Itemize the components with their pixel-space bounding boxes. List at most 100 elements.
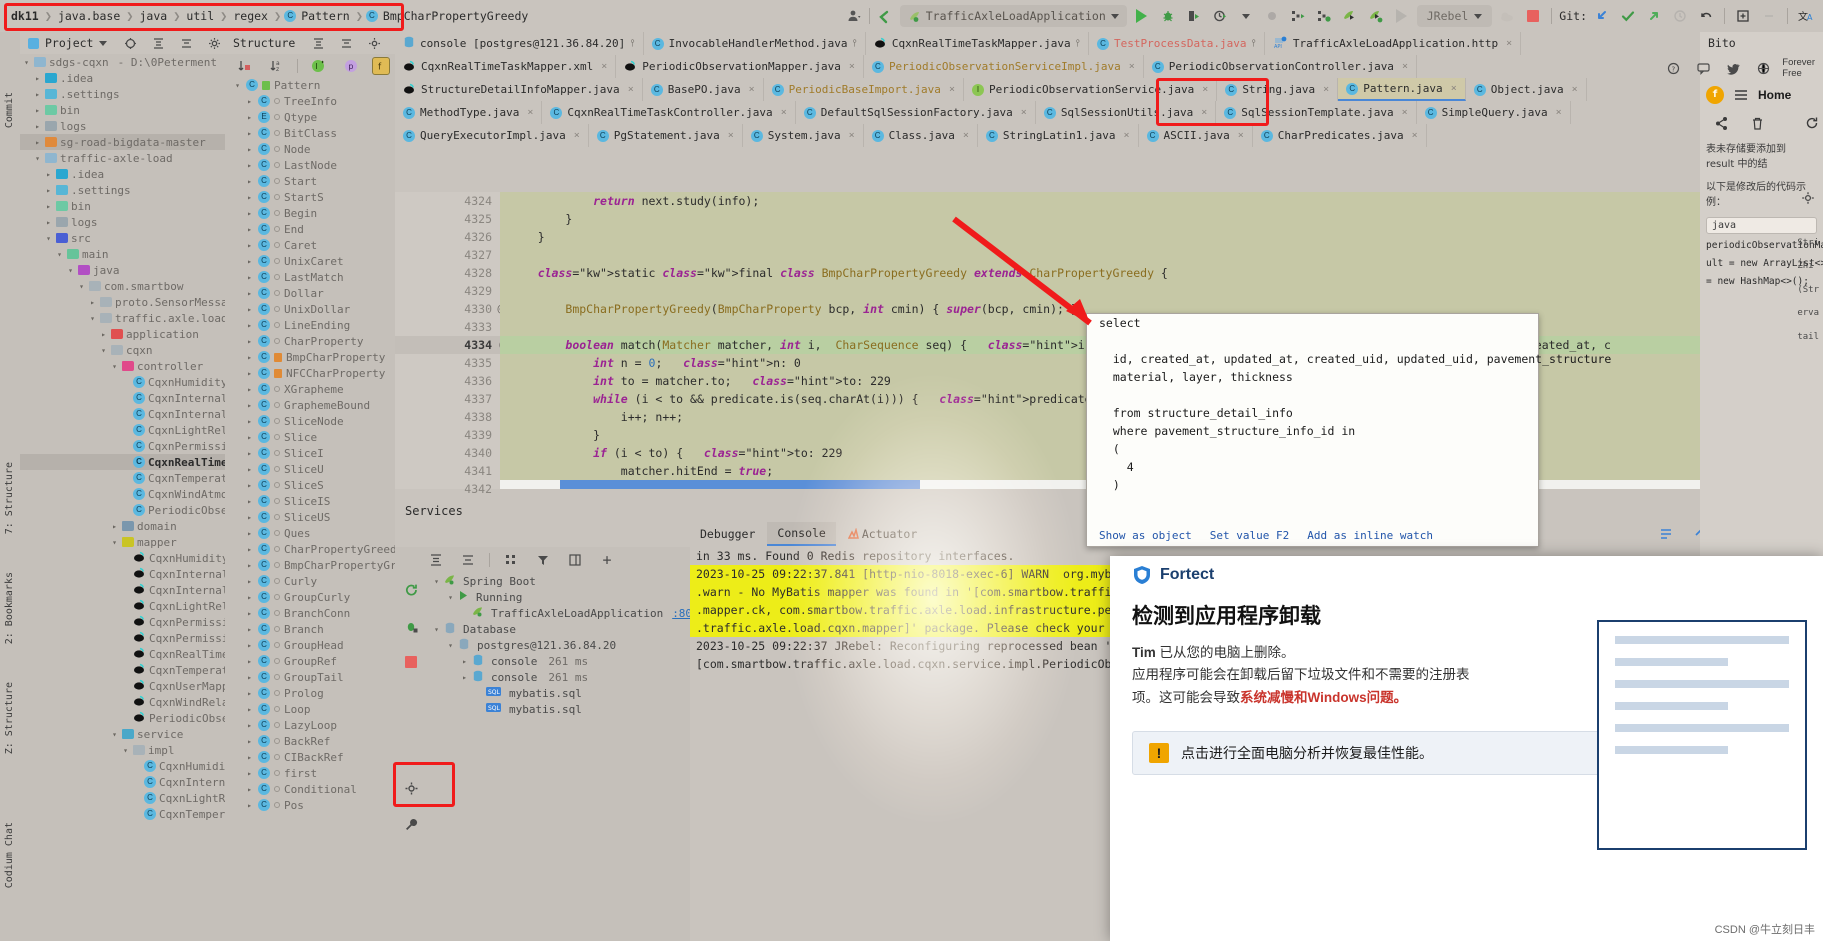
editor-tab[interactable]: C String.java ×	[1217, 78, 1339, 101]
close-icon[interactable]: ×	[849, 130, 855, 141]
chevron-right-icon[interactable]: ▸	[245, 209, 254, 218]
pin-icon[interactable]: ⫯	[630, 38, 634, 49]
tree-node[interactable]: CqxnUserMapper	[20, 678, 225, 694]
chevron-right-icon[interactable]: ▸	[245, 241, 254, 250]
chevron-right-icon[interactable]: ▸	[245, 673, 254, 682]
gear-icon[interactable]	[400, 777, 422, 799]
structure-node[interactable]: ▸ C Loop	[225, 701, 395, 717]
structure-node[interactable]: ▸ C LastMatch	[225, 269, 395, 285]
chevron-right-icon[interactable]: ▸	[245, 161, 254, 170]
tree-node[interactable]: CCqxnInternalTe	[20, 406, 225, 422]
structure-node[interactable]: ▸ C SliceNode	[225, 413, 395, 429]
tree-node[interactable]: ▾ traffic-axle-load	[20, 150, 225, 166]
editor-tab[interactable]: C InvocableHandlerMethod.java ⫯	[643, 32, 866, 55]
structure-node[interactable]: ▸ C CIBackRef	[225, 749, 395, 765]
editor-tab[interactable]: CqxnRealTimeTaskMapper.xml ×	[395, 55, 617, 78]
expand-all-icon[interactable]	[425, 549, 447, 571]
code-line[interactable]: class="kw">static class="kw">final class…	[500, 264, 1823, 282]
editor-tab[interactable]: C SimpleQuery.java ×	[1416, 101, 1571, 124]
structure-node[interactable]: ▸ C Start	[225, 173, 395, 189]
undo-icon[interactable]	[1695, 5, 1717, 27]
translate-icon[interactable]: 文A	[1795, 5, 1817, 27]
chevron-right-icon[interactable]: ▸	[245, 545, 254, 554]
structure-node[interactable]: ▸ Cfirst	[225, 765, 395, 781]
editor-tab[interactable]: C CqxnRealTimeTaskController.java ×	[542, 101, 796, 124]
chevron-right-icon[interactable]: ▸	[245, 113, 254, 122]
expand-all-icon[interactable]	[147, 32, 169, 54]
chevron-right-icon[interactable]: ▸	[245, 481, 254, 490]
structure-node[interactable]: ▸ C Node	[225, 141, 395, 157]
console-tab[interactable]: Actuator	[838, 523, 927, 545]
structure-node[interactable]: ▸ C NFCCharProperty	[225, 365, 395, 381]
services-tree[interactable]: ▾ Spring Boot ▾ Running TrafficAxleLoadAppli…	[395, 573, 705, 717]
profiler-icon[interactable]	[1209, 5, 1231, 27]
structure-node[interactable]: ▸ C Ques	[225, 525, 395, 541]
code-line[interactable]: }	[500, 210, 1823, 228]
code-line[interactable]	[500, 246, 1823, 264]
chevron-right-icon[interactable]: ▸	[245, 641, 254, 650]
editor-tab[interactable]: C StringLatin1.java ×	[977, 124, 1139, 147]
tree-node[interactable]: CCqxnTemperatur	[20, 470, 225, 486]
close-icon[interactable]: ×	[781, 107, 787, 118]
structure-node[interactable]: ▸ C LazyLoop	[225, 717, 395, 733]
services-tree-node[interactable]: ▸ console 261 ms	[428, 653, 690, 669]
properties-icon[interactable]: p	[340, 55, 362, 77]
help-icon[interactable]: ?	[1662, 57, 1684, 79]
editor-tab[interactable]: C Pattern.java ×	[1338, 78, 1466, 101]
chevron-right-icon[interactable]: ▸	[88, 298, 97, 307]
structure-node[interactable]: ▸ C Pos	[225, 797, 395, 813]
close-icon[interactable]: ×	[527, 107, 533, 118]
structure-node[interactable]: ▸ C BmpCharProperty	[225, 349, 395, 365]
structure-node[interactable]: ▸ C StartS	[225, 189, 395, 205]
close-icon[interactable]: ×	[1323, 84, 1329, 95]
tree-node[interactable]: CqxnInternalHu	[20, 566, 225, 582]
menu-icon[interactable]	[1730, 84, 1752, 106]
fortect-popup[interactable]: Fortect 检测到应用程序卸载 Tim 已从您的电脑上删除。 应用程序可能会…	[1110, 556, 1823, 941]
tree-node[interactable]: ▸ .idea	[20, 70, 225, 86]
editor-tab[interactable]: C Object.java ×	[1465, 78, 1587, 101]
structure-node[interactable]: ▸ C Dollar	[225, 285, 395, 301]
chevron-right-icon[interactable]: ▸	[33, 122, 42, 131]
chevron-right-icon[interactable]: ▸	[245, 177, 254, 186]
tree-node[interactable]: CCqxnWindAtmosp	[20, 486, 225, 502]
close-icon[interactable]: ×	[1451, 83, 1457, 94]
close-icon[interactable]: ×	[1202, 84, 1208, 95]
share-icon[interactable]	[1710, 112, 1732, 134]
globe-icon[interactable]	[1752, 57, 1774, 79]
chevron-right-icon[interactable]: ▸	[245, 369, 254, 378]
run-coverage-icon[interactable]	[1183, 5, 1205, 27]
editor-tab[interactable]: C PeriodicObservationController.java ×	[1143, 55, 1417, 78]
tree-node[interactable]: CqxnInternalTe	[20, 582, 225, 598]
structure-node[interactable]: ▸ C Caret	[225, 237, 395, 253]
chevron-right-icon[interactable]: ▸	[44, 218, 53, 227]
chevron-right-icon[interactable]: ▸	[245, 193, 254, 202]
structure-node[interactable]: ▸ C SliceUS	[225, 509, 395, 525]
chevron-down-icon[interactable]: ▾	[99, 346, 108, 355]
chevron-down-icon[interactable]: ▾	[55, 250, 64, 259]
tree-node[interactable]: CqxnLightRelat	[20, 598, 225, 614]
editor-tab[interactable]: C MethodType.java ×	[395, 101, 543, 124]
tree-node[interactable]: ▸ sg-road-bigdata-master	[20, 134, 225, 150]
structure-node[interactable]: ▸ E Qtype	[225, 109, 395, 125]
close-icon[interactable]: ×	[1412, 130, 1418, 141]
chevron-right-icon[interactable]: ▸	[245, 513, 254, 522]
chevron-down-icon[interactable]: ▾	[432, 577, 441, 586]
close-icon[interactable]: ×	[1402, 61, 1408, 72]
tree-node[interactable]: ▾ src	[20, 230, 225, 246]
tree-node[interactable]: CCqxnLightRelat	[20, 422, 225, 438]
refresh-icon[interactable]	[1801, 112, 1823, 134]
services-tree-node[interactable]: ▾ Spring Boot	[428, 573, 690, 589]
tree-node[interactable]: ▾ com.smartbow	[20, 278, 225, 294]
structure-node[interactable]: ▸ C GraphemeBound	[225, 397, 395, 413]
tree-node[interactable]: ▸ .idea	[20, 166, 225, 182]
editor-tab[interactable]: C TestProcessData.java ⫯	[1089, 32, 1265, 55]
editor-tab[interactable]: C System.java ×	[742, 124, 864, 147]
tree-node[interactable]: CqxnHumidityMa	[20, 550, 225, 566]
chevron-down-icon[interactable]: ▾	[110, 730, 119, 739]
structure-node[interactable]: ▸ C UnixCaret	[225, 253, 395, 269]
chevron-right-icon[interactable]: ▸	[44, 186, 53, 195]
group-icon[interactable]	[500, 549, 522, 571]
chevron-right-icon[interactable]: ▸	[245, 401, 254, 410]
tree-node[interactable]: CqxnPermission	[20, 614, 225, 630]
close-icon[interactable]: ×	[1021, 107, 1027, 118]
